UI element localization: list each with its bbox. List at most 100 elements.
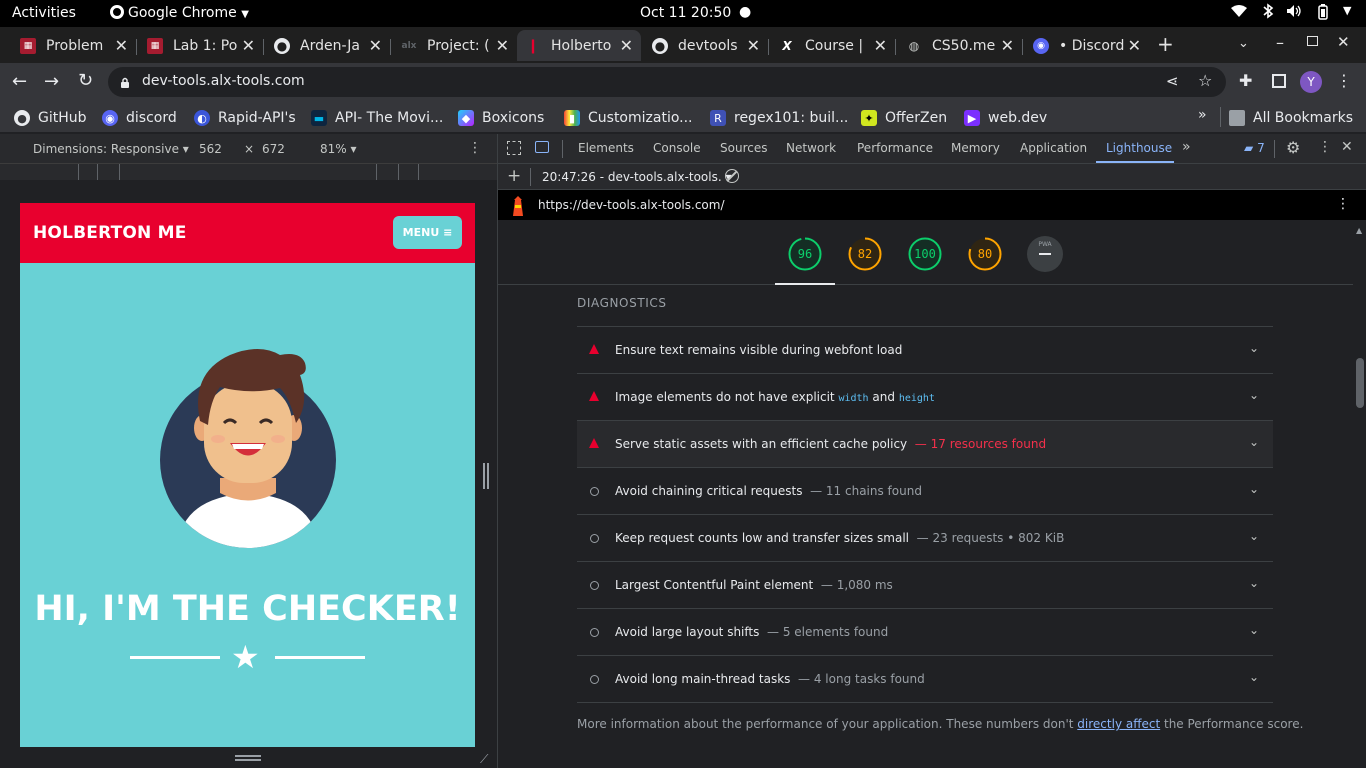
new-report-plus-icon[interactable]: + <box>507 166 521 186</box>
close-icon[interactable]: ✕ <box>620 36 633 55</box>
bookmark-tmdb[interactable]: ▬ API- The Movi... <box>311 108 443 128</box>
device-toggle-icon[interactable] <box>535 141 549 153</box>
device-options-kebab-icon[interactable]: ⋮ <box>468 140 482 156</box>
bookmark-discord[interactable]: ◉ discord <box>102 108 177 128</box>
app-menu[interactable]: Google Chrome ▼ <box>110 5 249 21</box>
close-icon[interactable]: ✕ <box>115 36 128 55</box>
resize-handle-bottom[interactable] <box>235 755 261 761</box>
scroll-up-arrow-icon[interactable]: ▲ <box>1356 226 1362 235</box>
side-panel-icon[interactable] <box>1272 74 1286 88</box>
devtools-tab-elements[interactable]: Elements <box>578 141 634 155</box>
bookmark-boxicons[interactable]: ◆ Boxicons <box>458 108 544 128</box>
audit-long-tasks[interactable]: Avoid long main-thread tasks — 4 long ta… <box>577 655 1273 702</box>
devtools-tab-memory[interactable]: Memory <box>951 141 1000 155</box>
maximize-icon[interactable] <box>1307 36 1318 46</box>
bookmark-webdev[interactable]: ▶ web.dev <box>964 108 1047 128</box>
chevron-down-icon[interactable]: ⌄ <box>1249 482 1259 496</box>
bookmark-star-icon[interactable]: ☆ <box>1198 71 1212 90</box>
wifi-icon[interactable] <box>1230 4 1248 22</box>
devtools-tab-application[interactable]: Application <box>1020 141 1087 155</box>
audit-resource-summary[interactable]: Keep request counts low and transfer siz… <box>577 514 1273 561</box>
chevron-down-icon[interactable]: ⌄ <box>1249 576 1259 590</box>
volume-icon[interactable] <box>1286 4 1302 22</box>
tab-cs50[interactable]: ◍ CS50.me ✕ <box>898 30 1022 61</box>
report-url[interactable]: https://dev-tools.alx-tools.com/ <box>538 198 725 212</box>
tab-problem[interactable]: ▦ Problem ✕ <box>12 30 136 61</box>
report-select[interactable]: 20:47:26 - dev-tools.alx-tools. ▾ <box>542 170 732 184</box>
chevron-down-icon[interactable]: ⌄ <box>1249 623 1259 637</box>
inspect-element-icon[interactable] <box>507 141 521 155</box>
tab-discord[interactable]: ◉ • Discord ✕ <box>1025 30 1149 61</box>
tab-search-chevron-icon[interactable]: ⌄ <box>1238 36 1249 51</box>
width-input[interactable]: 562 <box>199 142 222 156</box>
zoom-select[interactable]: 81% ▾ <box>320 142 357 156</box>
score-gauge-accessibility[interactable]: 82 <box>847 236 883 272</box>
close-icon[interactable]: ✕ <box>369 36 382 55</box>
height-input[interactable]: 672 <box>262 142 285 156</box>
site-info-icon[interactable] <box>120 74 130 88</box>
devtools-tab-performance[interactable]: Performance <box>857 141 933 155</box>
close-icon[interactable]: ✕ <box>496 36 509 55</box>
all-bookmarks[interactable]: All Bookmarks <box>1229 108 1353 128</box>
site-brand[interactable]: HOLBERTON ME <box>33 223 187 243</box>
devtools-tab-network[interactable]: Network <box>786 141 836 155</box>
score-gauge-best-practices[interactable]: 100 <box>907 236 943 272</box>
tab-holberton-active[interactable]: ❙ Holberto ✕ <box>517 30 641 61</box>
reload-icon[interactable]: ↻ <box>78 70 93 91</box>
scrollbar-thumb[interactable] <box>1356 358 1364 408</box>
activities-button[interactable]: Activities <box>12 5 76 21</box>
close-icon[interactable]: ✕ <box>747 36 760 55</box>
bookmark-github[interactable]: ● GitHub <box>14 108 87 128</box>
profile-avatar[interactable]: Y <box>1300 71 1322 93</box>
site-menu-button[interactable]: MENU ≡ <box>393 216 462 249</box>
more-tabs-chevron-icon[interactable]: » <box>1182 139 1191 155</box>
bluetooth-icon[interactable] <box>1262 3 1274 23</box>
close-icon[interactable]: ✕ <box>1001 36 1014 55</box>
battery-icon[interactable] <box>1316 4 1330 24</box>
chevron-down-icon[interactable]: ⌄ <box>1249 388 1259 402</box>
report-scrollbar[interactable]: ▲ <box>1353 220 1366 768</box>
devtools-tab-sources[interactable]: Sources <box>720 141 767 155</box>
window-close-icon[interactable]: ✕ <box>1337 33 1350 51</box>
audit-cache-policy[interactable]: Serve static assets with an efficient ca… <box>577 420 1273 467</box>
resize-handle-right[interactable] <box>483 463 489 489</box>
tab-course[interactable]: X Course | ✕ <box>771 30 895 61</box>
chevron-down-icon[interactable]: ⌄ <box>1249 435 1259 449</box>
tab-devtools[interactable]: ● devtools ✕ <box>644 30 768 61</box>
tab-lab1[interactable]: ▦ Lab 1: Po ✕ <box>139 30 263 61</box>
devtools-close-icon[interactable]: ✕ <box>1341 139 1353 155</box>
resize-corner-icon[interactable]: ⟋ <box>480 752 488 767</box>
audit-unsized-images[interactable]: Image elements do not have explicit widt… <box>577 373 1273 420</box>
clock[interactable]: Oct 11 20:50 <box>640 5 731 21</box>
forward-arrow-icon[interactable]: → <box>44 71 59 92</box>
bookmark-customization[interactable]: ▮ Customizatio... <box>564 108 693 128</box>
devtools-kebab-icon[interactable]: ⋮ <box>1318 139 1332 155</box>
score-gauge-pwa[interactable]: PWA <box>1027 236 1063 272</box>
close-icon[interactable]: ✕ <box>874 36 887 55</box>
share-icon[interactable]: ⋖ <box>1166 72 1179 90</box>
tab-project[interactable]: alx Project: ( ✕ <box>393 30 517 61</box>
devtools-tab-lighthouse[interactable]: Lighthouse <box>1106 141 1172 155</box>
close-icon[interactable]: ✕ <box>1128 36 1141 55</box>
kebab-menu-icon[interactable]: ⋮ <box>1336 71 1352 90</box>
audit-critical-request-chains[interactable]: Avoid chaining critical requests — 11 ch… <box>577 467 1273 514</box>
bookmark-regex101[interactable]: Rregex101: buil... <box>710 108 848 128</box>
report-kebab-icon[interactable]: ⋮ <box>1336 196 1350 212</box>
audit-lcp-element[interactable]: Largest Contentful Paint element — 1,080… <box>577 561 1273 608</box>
devtools-tab-console[interactable]: Console <box>653 141 701 155</box>
bookmark-offerzen[interactable]: ✦ OfferZen <box>861 108 947 128</box>
score-gauge-seo[interactable]: 80 <box>967 236 1003 272</box>
minimize-icon[interactable]: – <box>1276 33 1284 52</box>
new-tab-plus-icon[interactable]: + <box>1157 32 1174 56</box>
audit-font-display[interactable]: Ensure text remains visible during webfo… <box>577 326 1273 373</box>
address-bar[interactable]: dev-tools.alx-tools.com ⋖ ☆ <box>108 67 1226 97</box>
system-menu-caret-icon[interactable]: ▼ <box>1343 4 1351 17</box>
score-gauge-performance[interactable]: 96 <box>787 236 823 272</box>
extensions-puzzle-icon[interactable]: ✚ <box>1239 71 1252 90</box>
tab-arden[interactable]: ● Arden-Ja ✕ <box>266 30 390 61</box>
chevron-down-icon[interactable]: ⌄ <box>1249 529 1259 543</box>
settings-gear-icon[interactable]: ⚙ <box>1286 138 1300 157</box>
audit-layout-shifts[interactable]: Avoid large layout shifts — 5 elements f… <box>577 608 1273 655</box>
chevron-down-icon[interactable]: ⌄ <box>1249 341 1259 355</box>
chevron-down-icon[interactable]: ⌄ <box>1249 670 1259 684</box>
